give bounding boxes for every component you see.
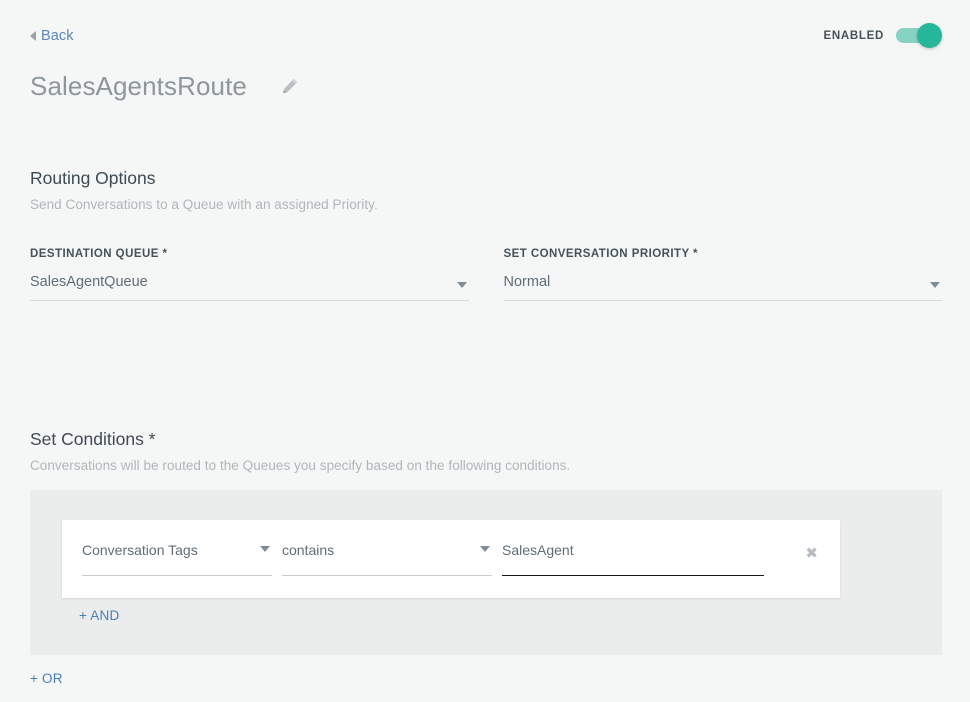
set-conditions-title: Set Conditions * xyxy=(30,429,570,450)
toggle-knob xyxy=(917,23,942,48)
caret-left-icon xyxy=(30,31,36,41)
condition-value-text: SalesAgent xyxy=(502,542,574,558)
destination-queue-select[interactable]: SalesAgentQueue xyxy=(30,273,469,301)
chevron-down-icon xyxy=(260,546,270,552)
condition-attribute-value: Conversation Tags xyxy=(82,542,198,558)
destination-queue-value: SalesAgentQueue xyxy=(30,274,148,290)
back-button-label: Back xyxy=(41,28,74,44)
condition-row: Conversation Tags contains SalesAgent ✖ xyxy=(62,520,840,598)
conditions-panel: Conversation Tags contains SalesAgent ✖ … xyxy=(30,490,942,655)
routing-options-title: Routing Options xyxy=(30,168,378,189)
field-underline xyxy=(282,575,492,576)
top-bar: Back ENABLED xyxy=(0,0,970,62)
destination-queue-label: DESTINATION QUEUE * xyxy=(30,248,469,260)
set-conditions-subtitle: Conversations will be routed to the Queu… xyxy=(30,458,570,473)
condition-operator-select[interactable]: contains xyxy=(282,542,502,576)
enabled-label: ENABLED xyxy=(824,30,885,42)
chevron-down-icon xyxy=(457,282,467,288)
conversation-priority-field: SET CONVERSATION PRIORITY * Normal xyxy=(504,248,943,301)
routing-options-fields: DESTINATION QUEUE * SalesAgentQueue SET … xyxy=(30,248,942,301)
page-title: SalesAgentsRoute xyxy=(30,70,247,102)
add-or-button[interactable]: + OR xyxy=(30,671,63,686)
field-underline-active xyxy=(502,575,764,576)
add-and-button[interactable]: + AND xyxy=(79,608,119,623)
condition-attribute-select[interactable]: Conversation Tags xyxy=(82,542,282,576)
enabled-toggle-group: ENABLED xyxy=(824,28,941,43)
routing-options-subtitle: Send Conversations to a Queue with an as… xyxy=(30,197,378,212)
chevron-down-icon xyxy=(480,546,490,552)
condition-value-input[interactable]: SalesAgent xyxy=(502,542,764,576)
close-icon[interactable]: ✖ xyxy=(805,546,818,561)
chevron-down-icon xyxy=(930,282,940,288)
condition-operator-value: contains xyxy=(282,542,334,558)
conversation-priority-select[interactable]: Normal xyxy=(504,273,943,301)
conversation-priority-label: SET CONVERSATION PRIORITY * xyxy=(504,248,943,260)
back-button[interactable]: Back xyxy=(30,28,74,44)
pencil-icon[interactable] xyxy=(281,77,299,100)
page-title-row: SalesAgentsRoute xyxy=(30,70,299,102)
conversation-priority-value: Normal xyxy=(504,274,551,290)
field-underline xyxy=(82,575,272,576)
routing-options-section: Routing Options Send Conversations to a … xyxy=(30,168,378,212)
set-conditions-section: Set Conditions * Conversations will be r… xyxy=(30,429,570,473)
enabled-toggle[interactable] xyxy=(896,28,940,43)
destination-queue-field: DESTINATION QUEUE * SalesAgentQueue xyxy=(30,248,469,301)
condition-row-fields: Conversation Tags contains SalesAgent xyxy=(82,542,840,576)
